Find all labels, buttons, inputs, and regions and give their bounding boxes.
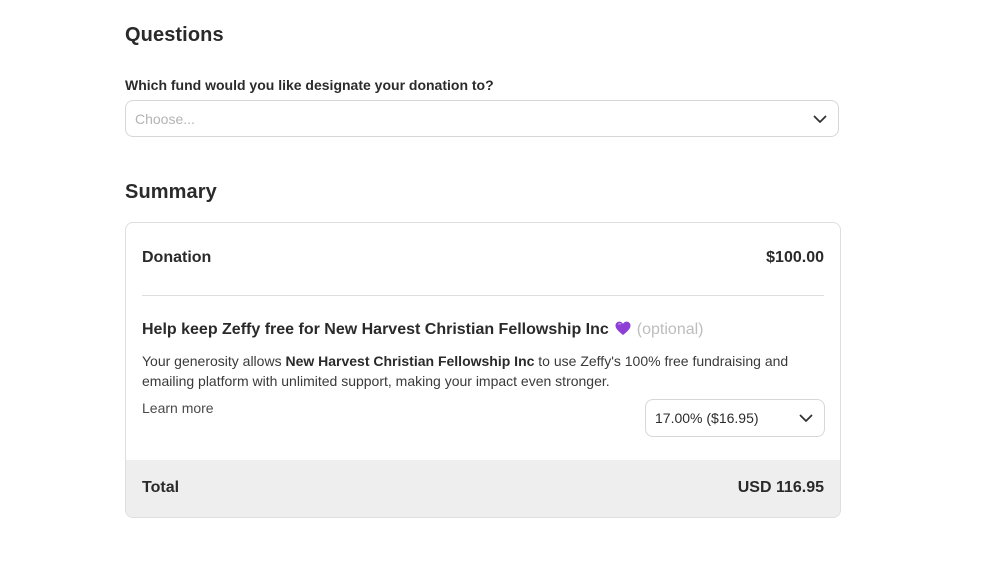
tip-amount-select[interactable]: 17.00% ($16.95) (645, 399, 825, 437)
tip-desc-prefix: Your generosity allows (142, 353, 286, 369)
chevron-down-icon (813, 115, 827, 123)
purple-heart-icon (615, 321, 631, 335)
tip-heading: Help keep Zeffy free for New Harvest Chr… (142, 321, 704, 339)
total-label: Total (142, 479, 180, 496)
divider (142, 295, 824, 296)
fund-select[interactable]: Choose... (125, 100, 839, 137)
donation-amount: $100.00 (766, 249, 824, 266)
donation-form-page: Questions Which fund would you like desi… (0, 0, 1000, 563)
optional-label: (optional) (636, 321, 704, 338)
questions-title: Questions (125, 24, 224, 46)
chevron-down-icon (799, 414, 813, 422)
tip-heading-text: Help keep Zeffy free for New Harvest Chr… (142, 321, 609, 338)
summary-card: Donation $100.00 Help keep Zeffy free fo… (125, 222, 841, 518)
donation-label: Donation (142, 249, 212, 266)
tip-desc-org: New Harvest Christian Fellowship Inc (285, 353, 535, 369)
total-bar: Total USD 116.95 (126, 460, 840, 517)
total-amount: USD 116.95 (737, 479, 824, 496)
tip-amount-value: 17.00% ($16.95) (655, 410, 759, 426)
fund-select-placeholder: Choose... (135, 111, 195, 127)
fund-question-label: Which fund would you like designate your… (125, 77, 494, 93)
learn-more-link[interactable]: Learn more (142, 400, 214, 416)
tip-description: Your generosity allows New Harvest Chris… (142, 351, 822, 391)
summary-title: Summary (125, 181, 217, 203)
